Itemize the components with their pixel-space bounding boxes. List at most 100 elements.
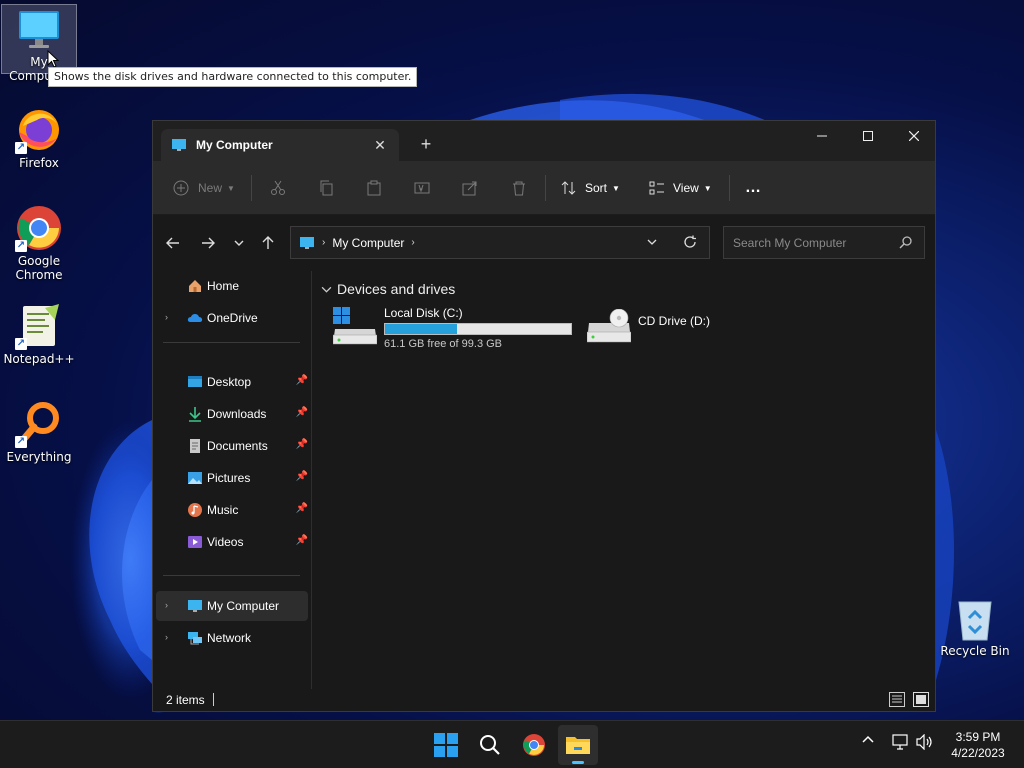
nav-item-onedrive[interactable]: › OneDrive xyxy=(156,303,308,333)
drive-local-disk-c[interactable]: Local Disk (C:) 61.1 GB free of 99.3 GB xyxy=(333,306,573,357)
rename-button[interactable] xyxy=(414,176,430,200)
breadcrumb-item[interactable]: My Computer xyxy=(332,236,404,250)
file-explorer-window: My Computer ✕ + New ▼ Sort ▼ View ▼ … › … xyxy=(152,120,936,712)
start-button[interactable] xyxy=(426,725,466,765)
chevron-down-icon xyxy=(321,286,332,293)
share-button[interactable] xyxy=(462,176,478,200)
desktop-icon-everything[interactable]: ↗ Everything xyxy=(1,400,77,464)
home-icon xyxy=(189,280,201,292)
tab-my-computer[interactable]: My Computer ✕ xyxy=(161,129,399,161)
network-status-icon[interactable] xyxy=(892,734,910,754)
volume-icon[interactable] xyxy=(916,733,934,754)
nav-item-music[interactable]: Music 📌 xyxy=(156,495,308,525)
desktop-icon-notepad-plus-plus[interactable]: ↗ Notepad++ xyxy=(1,302,77,366)
cut-button[interactable] xyxy=(270,176,286,200)
desktop-icon-firefox[interactable]: ↗ Firefox xyxy=(1,106,77,170)
maximize-icon xyxy=(863,131,873,141)
minimize-button[interactable] xyxy=(799,121,845,151)
taskbar-search-button[interactable] xyxy=(470,725,510,765)
close-tab-icon[interactable]: ✕ xyxy=(369,134,391,156)
chevron-right-icon[interactable]: › xyxy=(165,632,175,642)
new-button[interactable]: New ▼ xyxy=(173,176,235,200)
recycle-bin-icon xyxy=(958,601,992,641)
search-input[interactable]: Search My Computer xyxy=(723,226,925,259)
shortcut-arrow-icon: ↗ xyxy=(15,240,27,252)
new-tab-button[interactable]: + xyxy=(413,131,439,157)
desktop-icon-chrome[interactable]: ↗ Google Chrome xyxy=(1,204,77,282)
sort-label: Sort xyxy=(585,181,608,195)
nav-item-desktop[interactable]: Desktop 📌 xyxy=(156,367,308,397)
hard-drive-windows-icon xyxy=(333,307,377,345)
system-clock[interactable]: 3:59 PM 4/22/2023 xyxy=(942,729,1014,761)
content-area: Devices and drives Local Disk (C:) 61.1 … xyxy=(313,271,933,689)
desktop-icon-my-computer[interactable]: My Computer xyxy=(1,4,77,83)
nav-item-home[interactable]: Home xyxy=(156,271,308,301)
nav-item-pictures[interactable]: Pictures 📌 xyxy=(156,463,308,493)
cd-drive-icon xyxy=(587,309,631,343)
refresh-icon[interactable] xyxy=(683,235,697,252)
large-icons-view-icon[interactable] xyxy=(913,692,929,710)
monitor-icon xyxy=(188,600,202,612)
toolbar-divider xyxy=(545,175,546,201)
nav-item-network[interactable]: › Network xyxy=(156,623,308,653)
pin-icon[interactable]: 📌 xyxy=(296,503,308,514)
nav-item-label: Videos xyxy=(207,535,244,549)
up-button[interactable] xyxy=(256,233,280,253)
desktop-icon-label: Everything xyxy=(6,450,72,464)
pin-icon[interactable]: 📌 xyxy=(296,407,308,418)
arrow-up-icon xyxy=(262,236,274,249)
pin-icon[interactable]: 📌 xyxy=(296,375,308,386)
show-hidden-icons-button[interactable] xyxy=(862,734,874,750)
nav-item-label: My Computer xyxy=(207,599,280,613)
search-icon[interactable] xyxy=(899,236,912,252)
nav-item-downloads[interactable]: Downloads 📌 xyxy=(156,399,308,429)
search-placeholder: Search My Computer xyxy=(733,235,847,250)
nav-item-label: Home xyxy=(207,279,240,293)
pin-icon[interactable]: 📌 xyxy=(296,439,308,450)
firefox-icon: ↗ xyxy=(15,106,63,154)
group-header[interactable]: Devices and drives xyxy=(321,281,455,297)
details-view-icon[interactable] xyxy=(889,692,905,710)
copy-button[interactable] xyxy=(318,176,334,200)
title-bar: My Computer ✕ + xyxy=(153,121,935,161)
chrome-icon xyxy=(523,734,545,756)
maximize-button[interactable] xyxy=(845,121,891,151)
nav-item-label: Downloads xyxy=(207,407,267,421)
recycle-bin-label: Recycle Bin xyxy=(940,644,1010,658)
nav-item-documents[interactable]: Documents 📌 xyxy=(156,431,308,461)
pane-splitter[interactable] xyxy=(311,271,312,689)
close-button[interactable] xyxy=(891,121,937,151)
network-icon xyxy=(188,632,202,645)
nav-item-label: Desktop xyxy=(207,375,252,389)
taskbar-chrome[interactable] xyxy=(514,725,554,765)
back-button[interactable] xyxy=(161,233,185,253)
minimize-icon xyxy=(817,135,827,137)
drive-cd-drive-d[interactable]: CD Drive (D:) xyxy=(587,309,787,359)
desktop-icon-label: Firefox xyxy=(19,156,59,170)
start-icon xyxy=(434,733,458,757)
chevron-right-icon[interactable]: › xyxy=(165,600,175,610)
paste-button[interactable] xyxy=(366,176,382,200)
view-button[interactable]: View ▼ xyxy=(649,176,712,200)
pin-icon[interactable]: 📌 xyxy=(296,535,308,546)
nav-item-videos[interactable]: Videos 📌 xyxy=(156,527,308,557)
shortcut-arrow-icon: ↗ xyxy=(15,142,27,154)
sort-button[interactable]: Sort ▼ xyxy=(561,176,620,200)
file-explorer-icon xyxy=(566,737,590,754)
pin-icon[interactable]: 📌 xyxy=(296,471,308,482)
taskbar-file-explorer[interactable] xyxy=(558,725,598,765)
nav-item-my-computer[interactable]: › My Computer xyxy=(156,591,308,621)
item-count: 2 items xyxy=(166,693,205,707)
address-dropdown-icon[interactable] xyxy=(647,236,657,250)
desktop-icon-recycle-bin[interactable]: Recycle Bin xyxy=(940,596,1010,658)
drive-usage-bar xyxy=(384,323,572,335)
chevron-down-icon: ▼ xyxy=(703,183,712,193)
recent-locations-button[interactable] xyxy=(227,233,251,253)
monitor-icon xyxy=(15,5,63,53)
more-options-button[interactable]: … xyxy=(745,176,761,200)
address-bar[interactable]: › My Computer › xyxy=(290,226,710,259)
tooltip: Shows the disk drives and hardware conne… xyxy=(48,67,418,87)
chevron-right-icon[interactable]: › xyxy=(165,312,175,322)
forward-button[interactable] xyxy=(196,233,220,253)
delete-button[interactable] xyxy=(511,176,527,200)
